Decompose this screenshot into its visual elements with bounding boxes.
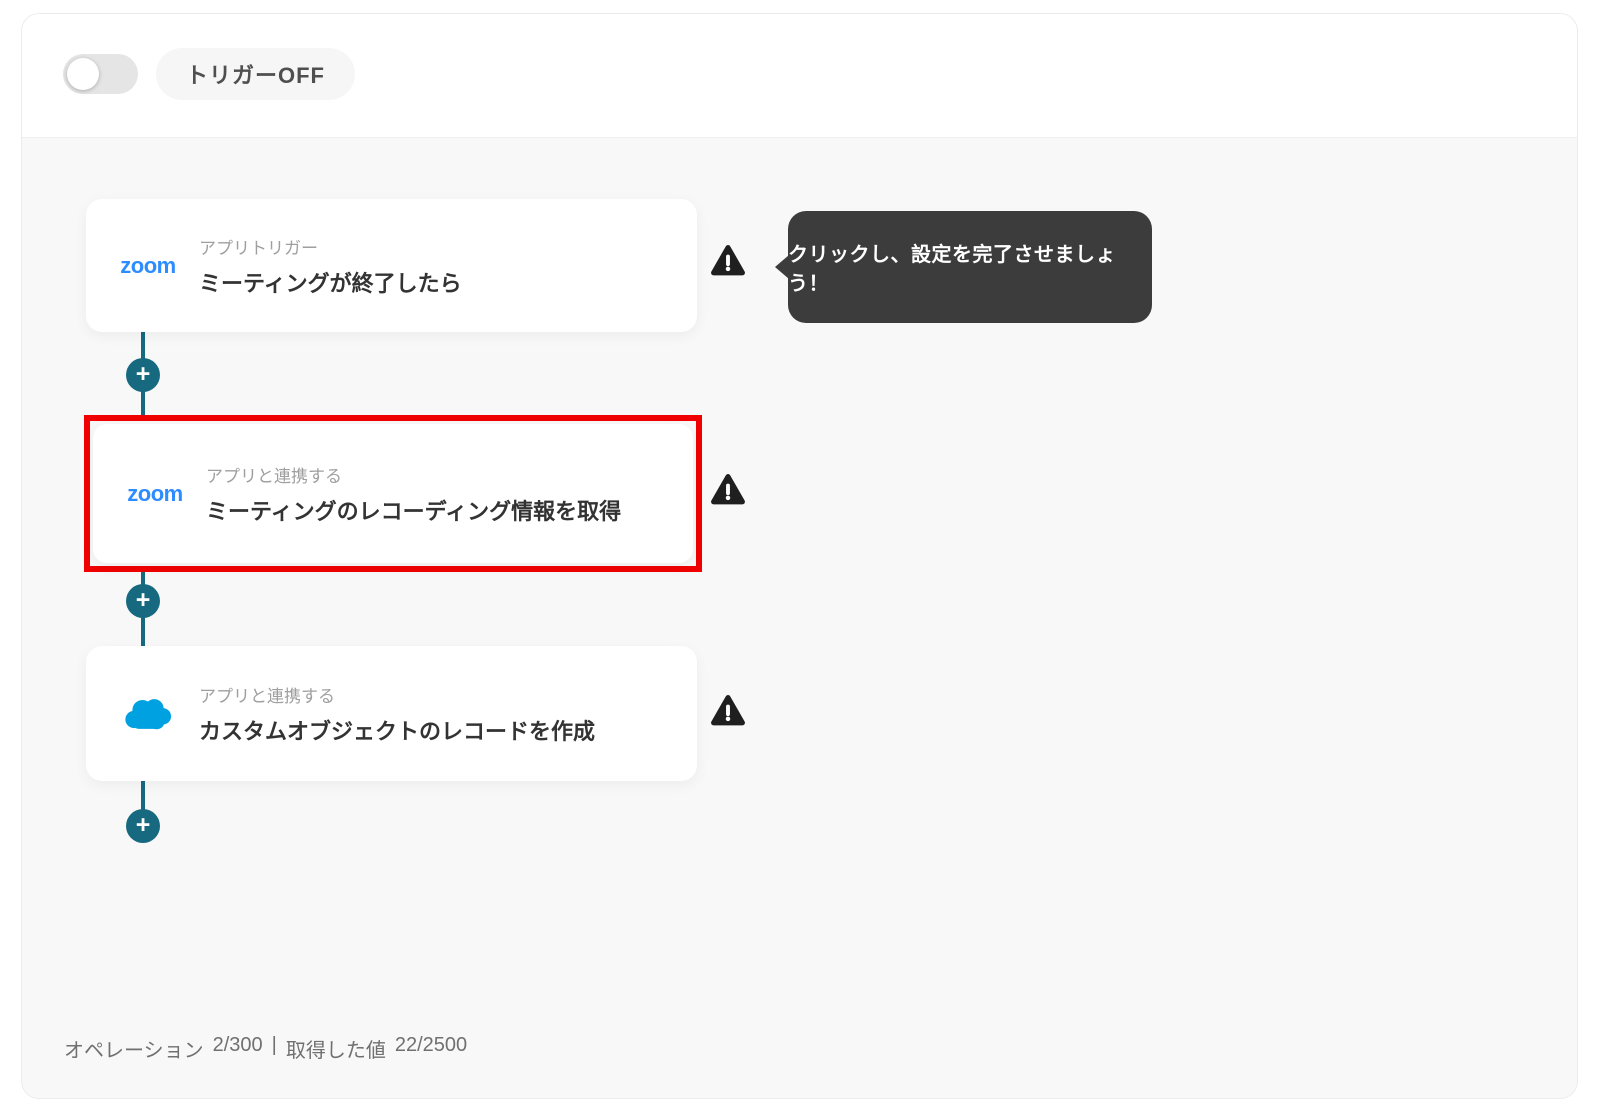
step-type-label: アプリと連携する	[199, 686, 335, 706]
operations-label: オペレーション	[64, 1040, 204, 1062]
add-step-button[interactable]: +	[126, 584, 160, 618]
plus-icon: +	[135, 585, 151, 614]
salesforce-cloud-icon	[123, 695, 173, 733]
add-step-button[interactable]: +	[126, 358, 160, 392]
step-title: ミーティングが終了したら	[199, 270, 462, 296]
zoom-logo-text: zoom	[120, 252, 176, 278]
add-step-button[interactable]: +	[126, 809, 160, 843]
step-card-text: アプリと連携する カスタムオブジェクトのレコードを作成	[199, 682, 595, 746]
step-type-label: アプリトリガー	[199, 238, 318, 258]
screen: トリガーOFF zoom アプリトリガー ミーティングが終了したら クリックし、…	[0, 0, 1600, 1113]
trigger-status-label: トリガーOFF	[156, 48, 355, 100]
warning-icon[interactable]	[710, 473, 746, 506]
acquired-values-count: 22/2500	[394, 1034, 468, 1056]
warning-icon[interactable]	[710, 694, 746, 727]
usage-status-bar: オペレーション 2/300 | 取得した値 22/2500	[64, 1034, 467, 1063]
workflow-canvas: zoom アプリトリガー ミーティングが終了したら クリックし、設定を完了させま…	[22, 138, 1577, 1098]
plus-icon: +	[135, 810, 151, 839]
step-title: カスタムオブジェクトのレコードを作成	[199, 718, 596, 744]
step-card-create-record[interactable]: アプリと連携する カスタムオブジェクトのレコードを作成	[86, 646, 697, 781]
zoom-logo-icon: zoom	[127, 480, 183, 507]
step-card-text: アプリトリガー ミーティングが終了したら	[199, 234, 462, 298]
header-bar: トリガーOFF	[22, 14, 1577, 138]
step-card-text: アプリと連携する ミーティングのレコーディング情報を取得	[206, 462, 621, 526]
zoom-logo-icon: zoom	[120, 252, 176, 279]
setup-tooltip: クリックし、設定を完了させましょう！	[775, 211, 1152, 323]
tooltip-text: クリックし、設定を完了させましょう！	[788, 244, 1116, 295]
step-card-get-recording[interactable]: zoom アプリと連携する ミーティングのレコーディング情報を取得	[93, 424, 693, 563]
toggle-knob-icon	[67, 58, 99, 90]
step-type-label: アプリと連携する	[206, 466, 342, 486]
warning-icon[interactable]	[710, 244, 746, 277]
operations-count: 2/300	[212, 1034, 263, 1056]
zoom-logo-text: zoom	[127, 480, 183, 506]
trigger-toggle[interactable]	[63, 54, 138, 94]
step-title: ミーティングのレコーディング情報を取得	[206, 498, 622, 524]
workflow-editor: トリガーOFF zoom アプリトリガー ミーティングが終了したら クリックし、…	[21, 13, 1578, 1099]
status-separator: |	[271, 1034, 277, 1056]
step-card-trigger[interactable]: zoom アプリトリガー ミーティングが終了したら	[86, 199, 697, 332]
acquired-values-label: 取得した値	[285, 1040, 386, 1062]
plus-icon: +	[135, 359, 151, 388]
step-card-highlighted-wrapper[interactable]: zoom アプリと連携する ミーティングのレコーディング情報を取得	[84, 415, 702, 572]
